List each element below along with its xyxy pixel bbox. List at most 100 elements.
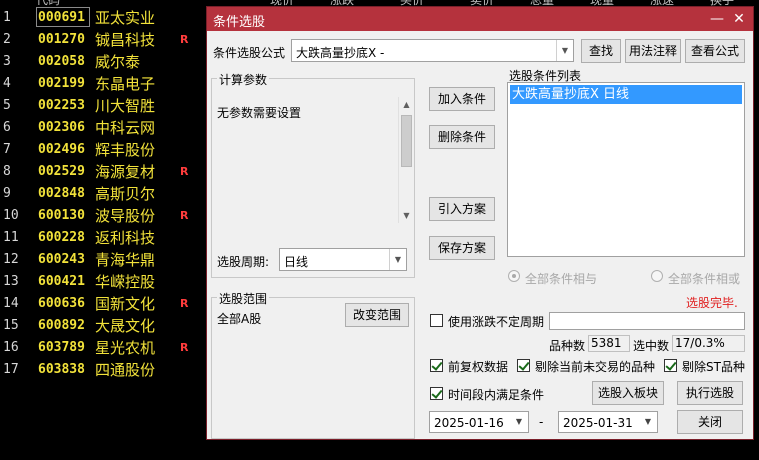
stock-name: 威尔泰 [95,53,141,71]
range-group-title: 选股范围 [217,290,270,307]
stock-row[interactable]: 5 002253 川大智胜 [0,95,205,117]
period-select[interactable]: 日线 ▼ [279,248,407,271]
stock-row[interactable]: 8 002529 海源复材 R [0,161,205,183]
close-icon[interactable]: ✕ [729,9,749,29]
import-plan-button[interactable]: 引入方案 [429,197,495,221]
row-index: 2 [3,32,11,47]
stock-row[interactable]: 10 600130 波导股份 R [0,205,205,227]
dialog-titlebar[interactable]: 条件选股 — ✕ [207,7,753,31]
stock-name: 青海华鼎 [95,251,156,269]
delete-condition-button[interactable]: 删除条件 [429,125,495,149]
row-index: 4 [3,76,11,91]
stock-row[interactable]: 12 600243 青海华鼎 [0,249,205,271]
add-condition-button[interactable]: 加入条件 [429,87,495,111]
params-scrollbar[interactable]: ▲ ▼ [398,97,413,223]
selected-label: 选中数 [633,339,670,353]
stock-code: 600243 [38,252,85,267]
stock-code: 002306 [38,120,85,135]
exclude-untraded-checkbox[interactable] [517,359,530,372]
stock-code: 002496 [38,142,85,157]
row-index: 6 [3,120,11,135]
condition-list[interactable]: 大跌高量抄底X 日线 [507,82,745,257]
stock-row[interactable]: 16 603789 星光农机 R [0,337,205,359]
formula-select[interactable]: 大跌高量抄底X - ▼ [291,39,574,62]
stock-name: 海源复材 [95,163,156,181]
stock-code: 600130 [38,208,85,223]
condition-list-item[interactable]: 大跌高量抄底X 日线 [510,85,742,104]
radio-and[interactable] [508,270,520,282]
save-plan-button[interactable]: 保存方案 [429,236,495,260]
margin-flag-badge: R [180,297,189,310]
stock-row[interactable]: 17 603838 四通股份 [0,359,205,381]
scroll-up-icon[interactable]: ▲ [399,97,414,112]
stock-row[interactable]: 1 000691 亚太实业 [0,7,205,29]
adjusted-data-checkbox[interactable] [430,359,443,372]
stock-row[interactable]: 14 600636 国新文化 R [0,293,205,315]
stock-code: 600421 [38,274,85,289]
close-button[interactable]: 关闭 [677,410,743,434]
chevron-down-icon[interactable]: ▼ [641,412,655,432]
stock-row[interactable]: 15 600892 大晟文化 [0,315,205,337]
row-index: 7 [3,142,11,157]
date-to-value: 2025-01-31 [563,416,633,430]
row-index: 15 [3,318,19,333]
stock-name: 波导股份 [95,207,156,225]
view-formula-button[interactable]: 查看公式 [685,39,745,63]
row-index: 14 [3,296,19,311]
change-range-button[interactable]: 改变范围 [345,303,409,327]
row-index: 10 [3,208,19,223]
chevron-down-icon[interactable]: ▼ [512,412,526,432]
row-index: 13 [3,274,19,289]
time-range-label: 时间段内满足条件 [448,388,545,402]
stock-name: 四通股份 [95,361,156,379]
stock-code: 001270 [38,32,85,47]
formula-label: 条件选股公式 [213,46,286,60]
adjusted-data-label: 前复权数据 [448,360,509,374]
minimize-icon[interactable]: — [707,9,727,29]
stock-row[interactable]: 13 600421 华嵘控股 [0,271,205,293]
stock-name: 华嵘控股 [95,273,156,291]
stock-code: 002529 [38,164,85,179]
date-separator: - [539,415,544,429]
stock-row[interactable]: 7 002496 辉丰股份 [0,139,205,161]
stock-code: 002058 [38,54,85,69]
row-index: 8 [3,164,11,179]
radio-and-label: 全部条件相与 [525,272,598,286]
stock-code: 603838 [38,362,85,377]
exclude-st-checkbox[interactable] [664,359,677,372]
period-label: 选股周期: [217,255,270,269]
use-period-checkbox[interactable] [430,314,443,327]
stock-name: 高斯贝尔 [95,185,156,203]
stock-row[interactable]: 9 002848 高斯贝尔 [0,183,205,205]
date-from-picker[interactable]: 2025-01-16 ▼ [429,411,529,433]
stock-row[interactable]: 3 002058 威尔泰 [0,51,205,73]
run-selection-button[interactable]: 执行选股 [677,381,743,405]
period-value: 日线 [284,255,309,269]
stock-row[interactable]: 2 001270 铖昌科技 R [0,29,205,51]
radio-or[interactable] [651,270,663,282]
row-index: 3 [3,54,11,69]
find-button[interactable]: 查找 [581,39,621,63]
period-input[interactable] [549,312,745,330]
usage-button[interactable]: 用法注释 [625,39,681,63]
row-index: 11 [3,230,19,245]
radio-or-label: 全部条件相或 [668,272,741,286]
stock-code: 002848 [38,186,85,201]
date-to-picker[interactable]: 2025-01-31 ▼ [558,411,658,433]
selected-value: 17/0.3% [672,335,745,352]
stock-row[interactable]: 4 002199 东晶电子 [0,73,205,95]
time-range-checkbox[interactable] [430,387,443,400]
scroll-thumb[interactable] [401,115,412,167]
margin-flag-badge: R [180,209,189,222]
params-text: 无参数需要设置 [217,106,302,120]
chevron-down-icon[interactable]: ▼ [389,249,406,270]
chevron-down-icon[interactable]: ▼ [556,40,573,61]
add-to-block-button[interactable]: 选股入板块 [592,381,664,405]
stock-name: 星光农机 [95,339,156,357]
stock-row[interactable]: 6 002306 中科云网 [0,117,205,139]
stock-row[interactable]: 11 600228 返利科技 [0,227,205,249]
scroll-down-icon[interactable]: ▼ [399,208,414,223]
exclude-st-label: 剔除ST品种 [682,360,745,374]
row-index: 12 [3,252,19,267]
row-index: 5 [3,98,11,113]
